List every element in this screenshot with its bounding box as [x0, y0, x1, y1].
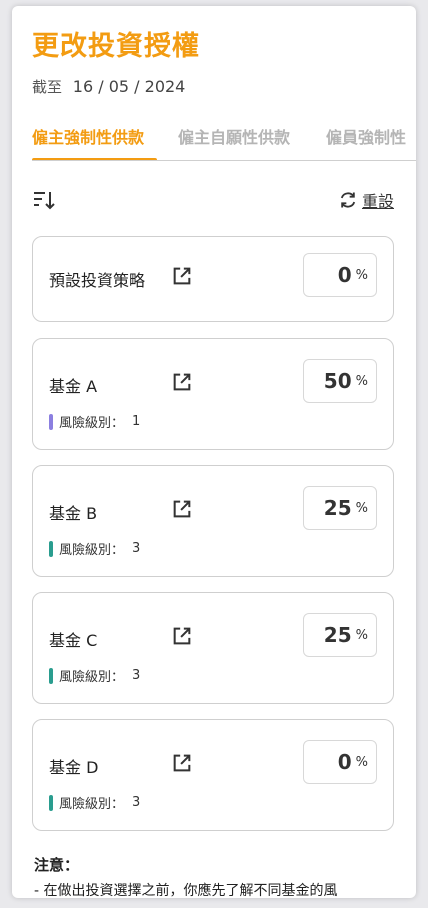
external-link-icon[interactable] [171, 498, 193, 520]
risk-indicator-bar [49, 794, 53, 811]
fund-name: 基金 A [49, 377, 98, 396]
tab-employer-mandatory[interactable]: 僱主強制性供款 [32, 124, 144, 148]
reset-label: 重設 [361, 192, 394, 211]
external-link-icon[interactable] [171, 752, 193, 774]
page-title: 更改投資授權 [32, 31, 200, 62]
fund-name: 基金 C [49, 631, 98, 650]
fund-d-percent-input[interactable]: 0 % [303, 740, 377, 784]
risk-level: 風險級別： 3 [49, 666, 140, 685]
risk-value: 3 [132, 668, 141, 683]
percent-value: 25 [323, 623, 352, 647]
default-strategy-name: 預設投資策略 [49, 271, 146, 290]
reset-button[interactable]: 重設 [338, 188, 394, 212]
risk-level: 風險級別： 3 [49, 793, 140, 812]
sort-icon[interactable] [32, 188, 56, 212]
risk-value: 1 [132, 414, 141, 429]
risk-label: 風險級別： [59, 543, 125, 558]
risk-indicator-bar [49, 540, 53, 557]
notes-title: 注意： [34, 856, 80, 874]
risk-level: 風險級別： 1 [49, 412, 140, 431]
risk-level: 風險級別： 3 [49, 539, 140, 558]
as-of-date: 截至 16 / 05 / 2024 [32, 76, 185, 97]
active-tab-indicator [32, 158, 157, 160]
risk-label: 風險級別： [59, 797, 125, 812]
contribution-tabs: 僱主強制性供款 僱主自願性供款 僱員強制性 [32, 120, 416, 161]
risk-label: 風險級別： [59, 416, 125, 431]
external-link-icon[interactable] [171, 625, 193, 647]
fund-card-a: 基金 A 50 % 風險級別： 1 [32, 338, 394, 450]
fund-card-d: 基金 D 0 % 風險級別： 3 [32, 719, 394, 831]
fund-card-c: 基金 C 25 % 風險級別： 3 [32, 592, 394, 704]
risk-label: 風險級別： [59, 670, 125, 685]
fund-name: 基金 B [49, 504, 98, 523]
percent-unit: % [355, 627, 368, 643]
risk-indicator-bar [49, 413, 53, 430]
risk-value: 3 [132, 541, 141, 556]
percent-unit: % [355, 500, 368, 516]
fund-a-percent-input[interactable]: 50 % [303, 359, 377, 403]
percent-unit: % [355, 754, 368, 770]
percent-value: 50 [323, 369, 352, 393]
default-strategy-percent-input[interactable]: 0 % [303, 253, 377, 297]
external-link-icon[interactable] [171, 265, 193, 287]
fund-name: 基金 D [49, 758, 99, 777]
toolbar: 重設 [32, 186, 394, 214]
fund-card-b: 基金 B 25 % 風險級別： 3 [32, 465, 394, 577]
fund-b-percent-input[interactable]: 25 % [303, 486, 377, 530]
percent-value: 0 [337, 750, 352, 774]
percent-unit: % [355, 373, 368, 389]
default-strategy-card: 預設投資策略 0 % [32, 236, 394, 322]
screen-frame: 更改投資授權 截至 16 / 05 / 2024 僱主強制性供款 僱主自願性供款… [12, 6, 416, 898]
percent-unit: % [355, 267, 368, 283]
percent-value: 0 [337, 263, 352, 287]
external-link-icon[interactable] [171, 371, 193, 393]
refresh-icon [340, 192, 356, 208]
percent-value: 25 [323, 496, 352, 520]
as-of-date-value: 16 / 05 / 2024 [72, 77, 186, 96]
as-of-label: 截至 [32, 78, 63, 96]
fund-c-percent-input[interactable]: 25 % [303, 613, 377, 657]
notes-text: - 在做出投資選擇之前，你應先了解不同基金的風 [34, 883, 338, 898]
tab-employee-mandatory[interactable]: 僱員強制性 [326, 124, 406, 148]
risk-value: 3 [132, 795, 141, 810]
risk-indicator-bar [49, 667, 53, 684]
tab-employer-voluntary[interactable]: 僱主自願性供款 [178, 124, 290, 148]
